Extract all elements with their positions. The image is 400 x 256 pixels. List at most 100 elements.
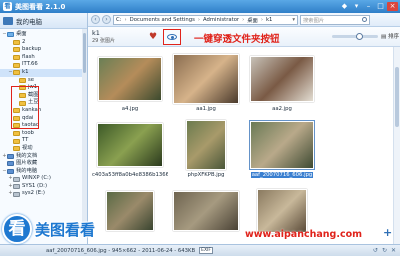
thumbnail-frame[interactable] [97,120,163,170]
status-icons: ↺ ↻ ✕ [373,247,396,254]
photo-thumbnail[interactable] [97,123,163,167]
zoom-slider[interactable] [332,33,378,40]
delete-icon[interactable]: ✕ [391,247,396,254]
status-text: aaf_20070716_606.jpg - 945×662 - 2011-06… [46,247,196,254]
sidebar-item[interactable]: + sys2 (E:) [0,190,87,198]
thumbnail-frame[interactable] [249,54,315,104]
sidebar-item-label: SYS1 (D:) [22,182,48,189]
photo-thumbnail[interactable] [186,120,226,170]
sidebar-item[interactable]: + WINXP (C:) [0,175,87,183]
sidebar-item[interactable]: + 我的文档 [0,153,87,161]
watermark-url: www.aipanchang.com [245,229,363,240]
thumbnail-caption: c403a53ff8a0b4e8386b1366... [92,172,168,178]
search-input[interactable]: 搜索图片 [300,14,370,25]
sidebar-item-label: TT [22,137,29,144]
thumbnail-caption: a4.jpg [92,106,168,112]
menu-icon[interactable]: ▾ [351,2,362,11]
scrollbar-thumb[interactable] [395,67,399,127]
file-name: phpXFKPB.jpg [187,172,225,178]
thumbnail-item[interactable]: aa2.jpg [244,51,320,115]
scrollbar-thumb[interactable] [83,33,86,73]
photo-thumbnail[interactable] [257,189,307,233]
sidebar-item-label: 桌面 [16,31,27,37]
sidebar-item[interactable]: TT [0,137,87,145]
sidebar-item[interactable]: + SYS1 (D:) [0,183,87,191]
sidebar-item[interactable]: flash [0,54,87,62]
app-logo-icon: 看 [3,2,12,11]
thumbnail-frame[interactable] [97,54,163,104]
highlight-box [11,86,39,129]
sidebar-item[interactable]: ITT.66 [0,61,87,69]
sidebar-scrollbar[interactable] [82,29,87,229]
thumbnail-item[interactable]: aa1.jpg [168,51,244,115]
rotate-right-icon[interactable]: ↻ [382,247,387,254]
search-placeholder: 搜索图片 [303,17,325,24]
add-icon[interactable]: + [383,226,392,239]
thumbnail-item[interactable]: a4.jpg [92,51,168,115]
thumbnail-frame[interactable] [173,54,239,104]
separator-icon: › [197,16,200,23]
window-title: 美图看看 2.1.0 [15,2,66,11]
folder-icon [13,131,20,137]
logo-name: 美图看看 [35,220,96,239]
folder-icon [13,39,20,45]
thumbnail-frame[interactable] [173,120,239,170]
breadcrumb-drive[interactable]: C: [116,17,121,23]
toolbar: k1 29 张图片 ♥ 一键穿透文件夹按钮 ▤ 排序 ▾ [88,27,400,47]
rotate-left-icon[interactable]: ↺ [373,247,378,254]
folder-icon [19,77,26,83]
photo-thumbnail[interactable] [106,191,154,231]
breadcrumb-item[interactable]: Administrator [203,17,239,23]
close-icon[interactable]: × [387,2,398,11]
search-icon[interactable] [362,17,367,22]
forward-icon[interactable]: › [102,15,111,24]
sidebar-item[interactable]: − k1 [0,68,87,77]
thumbnail-item[interactable]: phpXFKPB.jpg [168,117,244,181]
file-name: aaf_20070716_606.jpg [250,172,314,178]
breadcrumb-item[interactable]: 桌面 [247,16,258,24]
back-icon[interactable]: ‹ [91,15,100,24]
thumbnail-item[interactable] [168,183,244,244]
chevron-down-icon[interactable]: ▾ [290,17,297,23]
file-name: aa1.jpg [196,106,216,112]
sort-button[interactable]: ▤ 排序 ▾ [381,32,400,40]
sidebar-item[interactable]: se [0,77,87,85]
photo-thumbnail[interactable] [250,121,314,169]
skin-icon[interactable]: ◆ [339,2,350,11]
thumbnail-caption: phpXFKPB.jpg [168,172,244,178]
favorite-icon[interactable]: ♥ [148,32,158,42]
thumbnail-frame[interactable] [173,186,239,236]
photo-thumbnail[interactable] [173,191,239,231]
photo-thumbnail[interactable] [98,57,162,101]
minimize-icon[interactable]: – [363,2,374,11]
maximize-icon[interactable]: □ [375,2,386,11]
address-bar: ‹ › C: › Documents and Settings › Admini… [88,13,400,27]
thumbnail-item[interactable]: aaf_20070716_606.jpg [244,117,320,181]
thumbnail-frame[interactable] [97,186,163,236]
penetrate-folder-button[interactable] [163,29,181,45]
photo-thumbnail[interactable] [173,54,239,104]
sidebar-item[interactable]: − 我的电脑 [0,168,87,176]
thumbnail-frame[interactable] [249,120,315,170]
thumbnail-item[interactable]: c403a53ff8a0b4e8386b1366... [92,117,168,181]
sidebar-item[interactable]: backup [0,46,87,54]
slider-handle[interactable] [356,33,363,40]
logo-badge-icon: 看 [2,214,32,244]
sidebar-item[interactable]: 图片收藏 [0,160,87,168]
sidebar-item[interactable]: 2 [0,39,87,47]
sidebar-item-label: WINXP (C:) [22,175,51,182]
breadcrumb[interactable]: C: › Documents and Settings › Administra… [113,14,298,25]
sidebar-item[interactable]: 视动 [0,145,87,153]
sidebar-item-label: flash [22,53,35,60]
sidebar-item[interactable]: toob [0,130,87,138]
sidebar-header[interactable]: 我的电脑 [0,13,87,29]
thumbnail-item[interactable] [92,183,168,244]
breadcrumb-item[interactable]: k1 [266,17,272,23]
sidebar-item[interactable]: − 桌面 [0,31,87,39]
grid-scrollbar[interactable] [393,47,400,244]
exif-badge[interactable]: EXIF [199,247,213,254]
folder-name: k1 [92,29,100,37]
window-controls: ◆ ▾ – □ × [339,2,398,11]
photo-thumbnail[interactable] [250,56,314,102]
breadcrumb-item[interactable]: Documents and Settings [130,17,195,23]
